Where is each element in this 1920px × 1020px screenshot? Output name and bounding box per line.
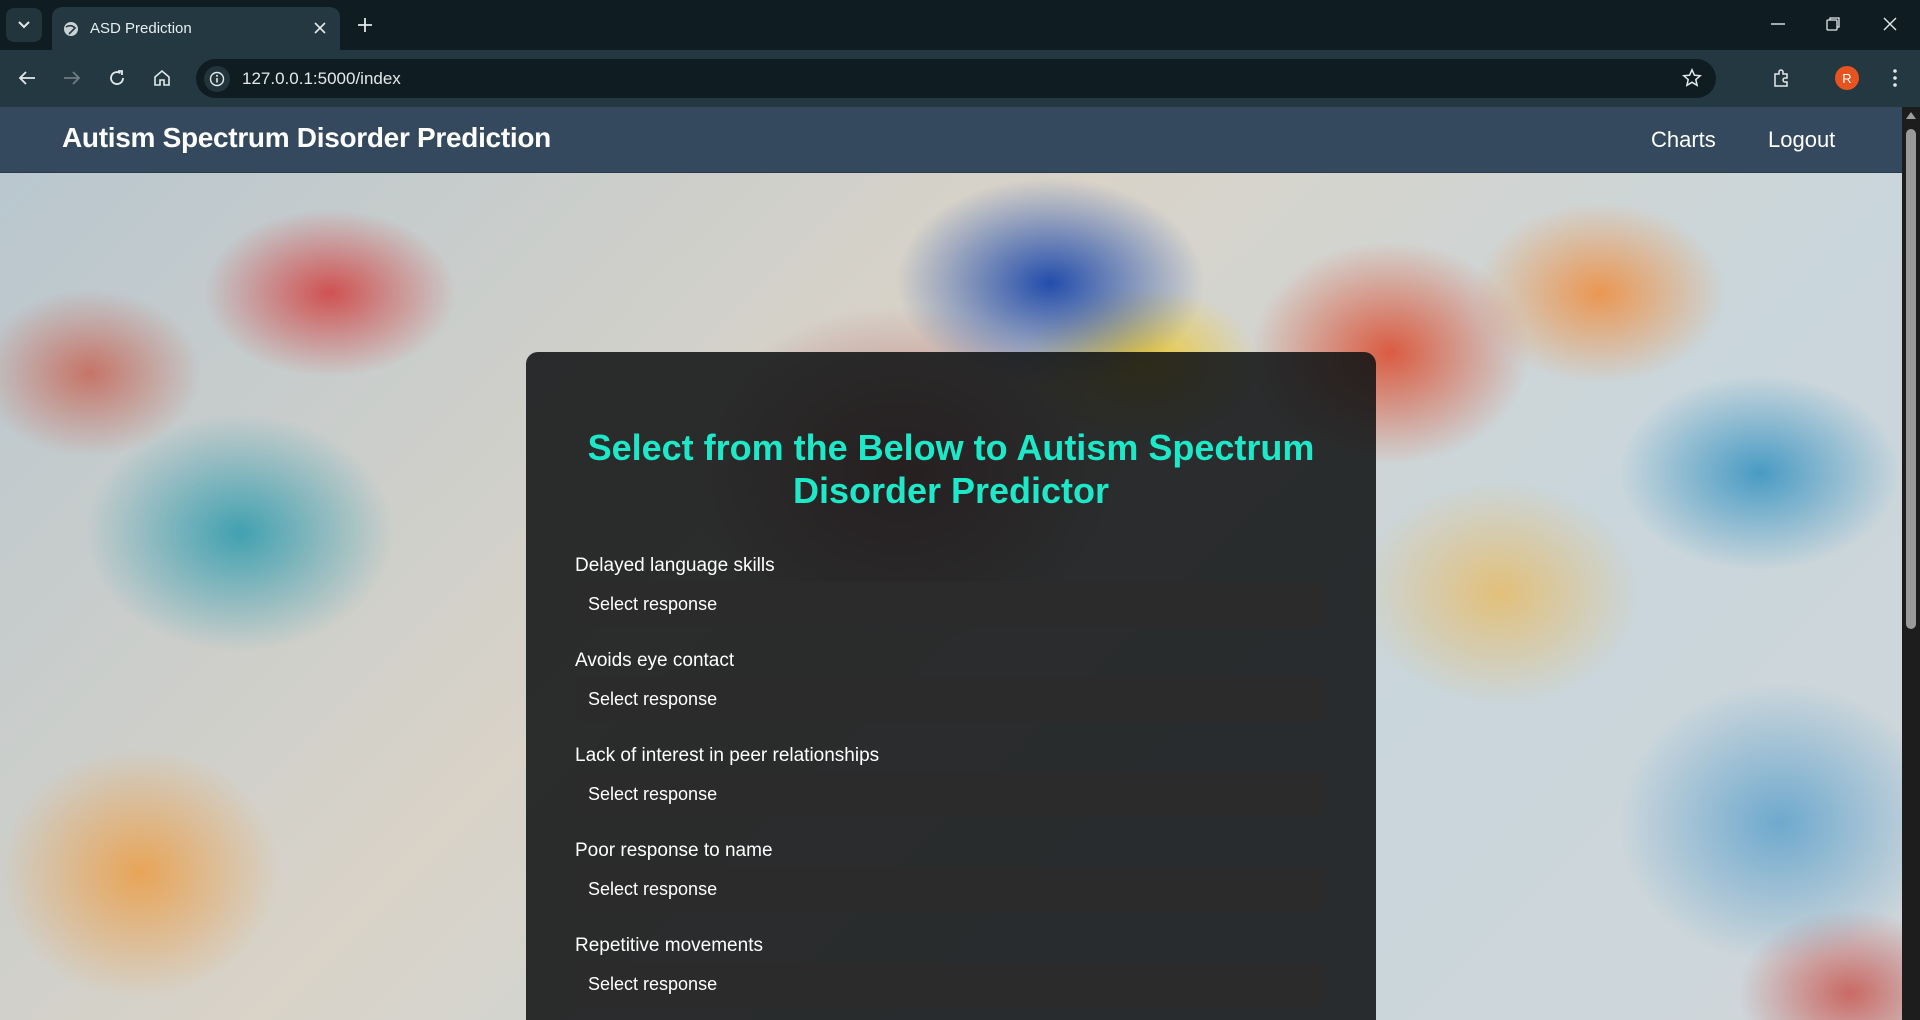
browser-tab[interactable]: ASD Prediction bbox=[52, 7, 340, 50]
plus-icon bbox=[358, 18, 372, 32]
site-info-button[interactable] bbox=[204, 66, 230, 92]
field-label: Poor response to name bbox=[575, 840, 773, 861]
page-viewport: Autism Spectrum Disorder Prediction Char… bbox=[0, 107, 1902, 1020]
site-brand[interactable]: Autism Spectrum Disorder Prediction bbox=[62, 122, 551, 154]
nav-link-logout[interactable]: Logout bbox=[1768, 127, 1835, 153]
field-label: Avoids eye contact bbox=[575, 650, 735, 671]
forward-icon bbox=[64, 71, 81, 85]
scroll-thumb[interactable] bbox=[1906, 129, 1916, 629]
peer-relationships-select[interactable]: Select response bbox=[575, 772, 1325, 817]
tab-search-button[interactable] bbox=[6, 8, 42, 42]
page-scrollbar[interactable] bbox=[1902, 107, 1920, 1020]
reload-icon bbox=[110, 70, 124, 85]
back-button[interactable] bbox=[12, 63, 42, 93]
restore-icon bbox=[1826, 17, 1840, 31]
browser-tab-bar: ASD Prediction bbox=[0, 0, 1920, 50]
menu-dots-icon bbox=[1893, 69, 1897, 87]
field-label: Lack of interest in peer relationships bbox=[575, 745, 880, 766]
back-icon bbox=[18, 71, 35, 85]
forward-button[interactable] bbox=[57, 63, 87, 93]
extensions-button[interactable] bbox=[1767, 63, 1797, 93]
profile-avatar[interactable]: R bbox=[1835, 66, 1859, 90]
address-bar[interactable]: 127.0.0.1:5000/index bbox=[196, 59, 1716, 98]
restore-button[interactable] bbox=[1815, 10, 1851, 38]
form-title: Select from the Below to Autism Spectrum… bbox=[587, 427, 1315, 511]
star-icon[interactable] bbox=[1682, 68, 1702, 88]
browser-menu-button[interactable] bbox=[1880, 63, 1910, 93]
scroll-up-arrow[interactable] bbox=[1906, 112, 1916, 119]
field-label: Repetitive movements bbox=[575, 935, 763, 956]
delayed-language-select[interactable]: Select response bbox=[575, 582, 1325, 627]
home-button[interactable] bbox=[147, 63, 177, 93]
extensions-icon bbox=[1774, 69, 1788, 87]
minimize-button[interactable] bbox=[1760, 10, 1796, 38]
site-navbar: Autism Spectrum Disorder Prediction Char… bbox=[0, 107, 1902, 173]
window-close-button[interactable] bbox=[1872, 10, 1908, 38]
globe-icon bbox=[64, 22, 78, 36]
minimize-icon bbox=[1771, 23, 1785, 25]
window-close-icon bbox=[1883, 17, 1897, 31]
home-icon bbox=[154, 69, 170, 86]
tab-title: ASD Prediction bbox=[90, 20, 192, 37]
tab-search-icon bbox=[18, 21, 30, 29]
site-info-icon bbox=[209, 71, 225, 87]
field-label: Delayed language skills bbox=[575, 555, 775, 576]
prediction-form-card: Select from the Below to Autism Spectrum… bbox=[526, 352, 1376, 1020]
response-to-name-select[interactable]: Select response bbox=[575, 867, 1325, 912]
new-tab-button[interactable] bbox=[352, 12, 378, 38]
repetitive-movements-select[interactable]: Select response bbox=[575, 962, 1325, 1007]
url-text: 127.0.0.1:5000/index bbox=[242, 69, 401, 88]
close-icon bbox=[314, 22, 326, 34]
nav-link-charts[interactable]: Charts bbox=[1651, 127, 1716, 153]
tab-close-button[interactable] bbox=[310, 18, 330, 38]
eye-contact-select[interactable]: Select response bbox=[575, 677, 1325, 722]
reload-button[interactable] bbox=[102, 63, 132, 93]
browser-toolbar: 127.0.0.1:5000/index bbox=[0, 50, 1920, 107]
